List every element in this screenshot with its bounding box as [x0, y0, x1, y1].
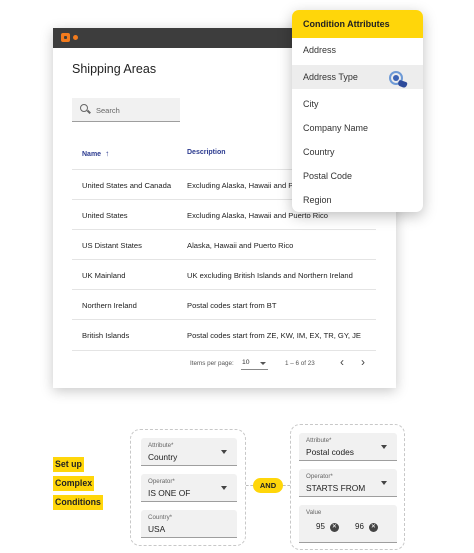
next-page-button[interactable]: › [358, 356, 368, 369]
field-label: Operator* [148, 478, 175, 485]
callout-line-1: Set up [53, 457, 84, 472]
search-box[interactable] [72, 98, 180, 122]
field-value: IS ONE OF [148, 488, 191, 498]
app-dot-icon [73, 35, 78, 40]
chevron-down-icon [381, 481, 387, 485]
value-chip[interactable]: 95 ✕ [316, 520, 339, 534]
condition-group-right: Attribute* Postal codes Operator* STARTS… [290, 424, 405, 550]
callout-line-3: Conditions [53, 495, 103, 510]
search-icon [80, 104, 88, 112]
value-chip[interactable]: 96 ✕ [355, 520, 378, 534]
items-per-page-select[interactable]: 10 [241, 356, 268, 370]
operator-select[interactable]: Operator* IS ONE OF [141, 474, 237, 502]
previous-page-button[interactable]: ‹ [337, 356, 347, 369]
pagination-range: 1 – 6 of 23 [285, 360, 315, 367]
row-name: British Islands [82, 331, 130, 340]
condition-attributes-menu: Condition Attributes Address Address Typ… [292, 10, 423, 212]
row-name: United States [82, 211, 128, 220]
field-label: Value [306, 509, 322, 516]
items-per-page-label: Items per page: [190, 360, 234, 367]
chip-label: 95 [316, 522, 325, 531]
row-name: UK Mainland [82, 271, 126, 280]
and-operator-badge[interactable]: AND [253, 478, 283, 493]
field-label: Operator* [306, 473, 333, 480]
row-description: Postal codes start from BT [187, 301, 277, 310]
menu-item-address[interactable]: Address [292, 38, 423, 62]
menu-header: Condition Attributes [292, 10, 423, 38]
hand-cursor-icon [389, 71, 403, 85]
chevron-down-icon [221, 486, 227, 490]
connector-line [246, 485, 253, 486]
field-value: STARTS FROM [306, 483, 366, 493]
chip-label: 96 [355, 522, 364, 531]
chevron-down-icon [221, 450, 227, 454]
field-value: Country [148, 452, 178, 462]
field-label: Attribute* [306, 437, 332, 444]
chevron-down-icon [260, 362, 266, 365]
row-name: US Distant States [82, 241, 142, 250]
field-value: USA [148, 524, 166, 534]
row-description: UK excluding British Islands and Norther… [187, 271, 353, 280]
menu-item-city[interactable]: City [292, 92, 423, 116]
field-label: Attribute* [148, 442, 174, 449]
column-header-description[interactable]: Description [187, 149, 226, 156]
column-header-name[interactable]: Name ↑ [82, 149, 109, 158]
table-bottom-divider [72, 350, 376, 351]
table-row[interactable]: US Distant States Alaska, Hawaii and Pue… [72, 229, 376, 259]
condition-group-left: Attribute* Country Operator* IS ONE OF C… [130, 429, 246, 546]
row-description: Excluding Alaska, Hawaii and Puerto Rico [187, 211, 328, 220]
field-label: Country* [148, 514, 173, 521]
menu-item-region[interactable]: Region [292, 188, 423, 212]
column-header-name-label: Name [82, 151, 102, 158]
menu-item-company-name[interactable]: Company Name [292, 116, 423, 140]
field-value: Postal codes [306, 447, 354, 457]
menu-item-address-type[interactable]: Address Type [292, 65, 423, 89]
row-name: United States and Canada [82, 181, 172, 190]
connector-line [283, 485, 290, 486]
country-field[interactable]: Country* USA [141, 510, 237, 538]
row-description: Alaska, Hawaii and Puerto Rico [187, 241, 294, 250]
page-title: Shipping Areas [72, 62, 157, 76]
row-name: Northern Ireland [82, 301, 137, 310]
menu-item-country[interactable]: Country [292, 140, 423, 164]
sort-ascending-icon[interactable]: ↑ [105, 149, 109, 158]
attribute-select[interactable]: Attribute* Postal codes [299, 433, 397, 461]
attribute-select[interactable]: Attribute* Country [141, 438, 237, 466]
menu-item-label: Address Type [303, 72, 358, 82]
callout-line-2: Complex [53, 476, 95, 491]
table-row[interactable]: Northern Ireland Postal codes start from… [72, 289, 376, 319]
table-row[interactable]: British Islands Postal codes start from … [72, 319, 376, 349]
chevron-down-icon [381, 445, 387, 449]
remove-chip-icon[interactable]: ✕ [368, 523, 378, 532]
app-logo-icon [61, 33, 70, 42]
value-field[interactable]: Value [299, 505, 397, 543]
items-per-page-value: 10 [242, 359, 250, 366]
operator-select[interactable]: Operator* STARTS FROM [299, 469, 397, 497]
remove-chip-icon[interactable]: ✕ [329, 523, 339, 532]
search-input[interactable] [96, 102, 174, 118]
menu-item-postal-code[interactable]: Postal Code [292, 164, 423, 188]
table-row[interactable]: UK Mainland UK excluding British Islands… [72, 259, 376, 289]
row-description: Postal codes start from ZE, KW, IM, EX, … [187, 331, 362, 340]
